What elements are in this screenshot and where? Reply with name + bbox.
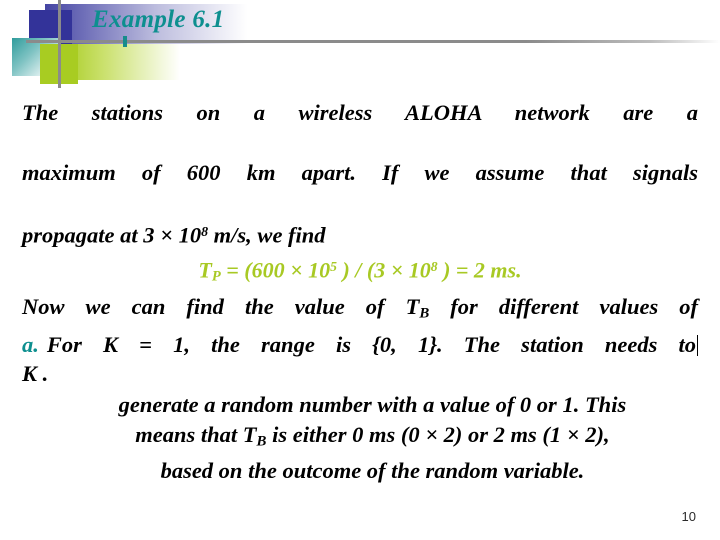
propagation-time-formula: TP = (600 × 105 ) / (3 × 108 ) = 2 ms. xyxy=(22,251,698,293)
paragraph-intro-line-3-row: propagate at 3 × 108 m/s, we find xyxy=(22,218,698,251)
list-line-2: generate a random number with a value of… xyxy=(118,392,627,417)
page-title: Example 6.1 xyxy=(92,6,225,33)
list-item: a. For K = 1, the range is {0, 1}. The s… xyxy=(22,330,698,486)
subscript-b-tb: B xyxy=(419,305,430,322)
decorative-green-fade-band xyxy=(60,44,180,80)
list-item-text: For K = 1, the range is {0, 1}. The stat… xyxy=(47,330,698,486)
paragraph-tb-text-a: Now we can find the value of T xyxy=(22,294,420,320)
formula-expression-a: = (600 × 10 xyxy=(220,257,331,283)
list-line-3-text-b: is either 0 ms (0 × 2) or 2 ms (1 × 2), xyxy=(266,422,610,447)
subscript-b-list: B xyxy=(256,433,267,450)
list-line-1: For K = 1, the range is {0, 1}. The stat… xyxy=(47,330,698,390)
paragraph-intro: The stations on a wireless ALOHA network… xyxy=(22,98,698,158)
exponent-8-speed: 8 xyxy=(201,225,209,240)
decorative-teal-tick xyxy=(123,36,127,47)
list-line-4: based on the outcome of the random varia… xyxy=(160,458,585,484)
paragraph-intro-line-2-row: maximum of 600 km apart. If we assume th… xyxy=(22,158,698,218)
list-line-3-text-a: means that T xyxy=(135,422,257,447)
decorative-vertical-rule xyxy=(58,0,61,88)
formula-exponent-8: 8 xyxy=(430,258,438,274)
paragraph-intro-line-3-tail: m/s, we find xyxy=(208,222,326,248)
formula-subscript-p: P xyxy=(211,268,221,285)
text-cursor-caret xyxy=(697,335,698,356)
paragraph-intro-line-2: maximum of 600 km apart. If we assume th… xyxy=(22,160,698,185)
decorative-horizontal-rule xyxy=(26,40,720,43)
list-line-3: means that TB is either 0 ms (0 × 2) or … xyxy=(47,420,698,456)
formula-expression-b: ) / (3 × 10 xyxy=(336,257,431,283)
page-number: 10 xyxy=(681,509,696,524)
formula-symbol-tp: T xyxy=(198,257,212,283)
paragraph-intro-line-1: The stations on a wireless ALOHA network… xyxy=(22,100,698,125)
paragraph-tb-text-b: for different values of xyxy=(429,294,699,320)
list-block: a. For K = 1, the range is {0, 1}. The s… xyxy=(22,330,698,486)
formula-exponent-5: 5 xyxy=(330,258,337,274)
list-item-marker: a. xyxy=(22,332,39,357)
formula-expression-c: ) = 2 ms. xyxy=(437,257,522,283)
paragraph-intro-line-3: propagate at 3 × 10 xyxy=(22,222,202,248)
list-line-1-text: For K = 1, the range is {0, 1}. The stat… xyxy=(46,332,696,357)
